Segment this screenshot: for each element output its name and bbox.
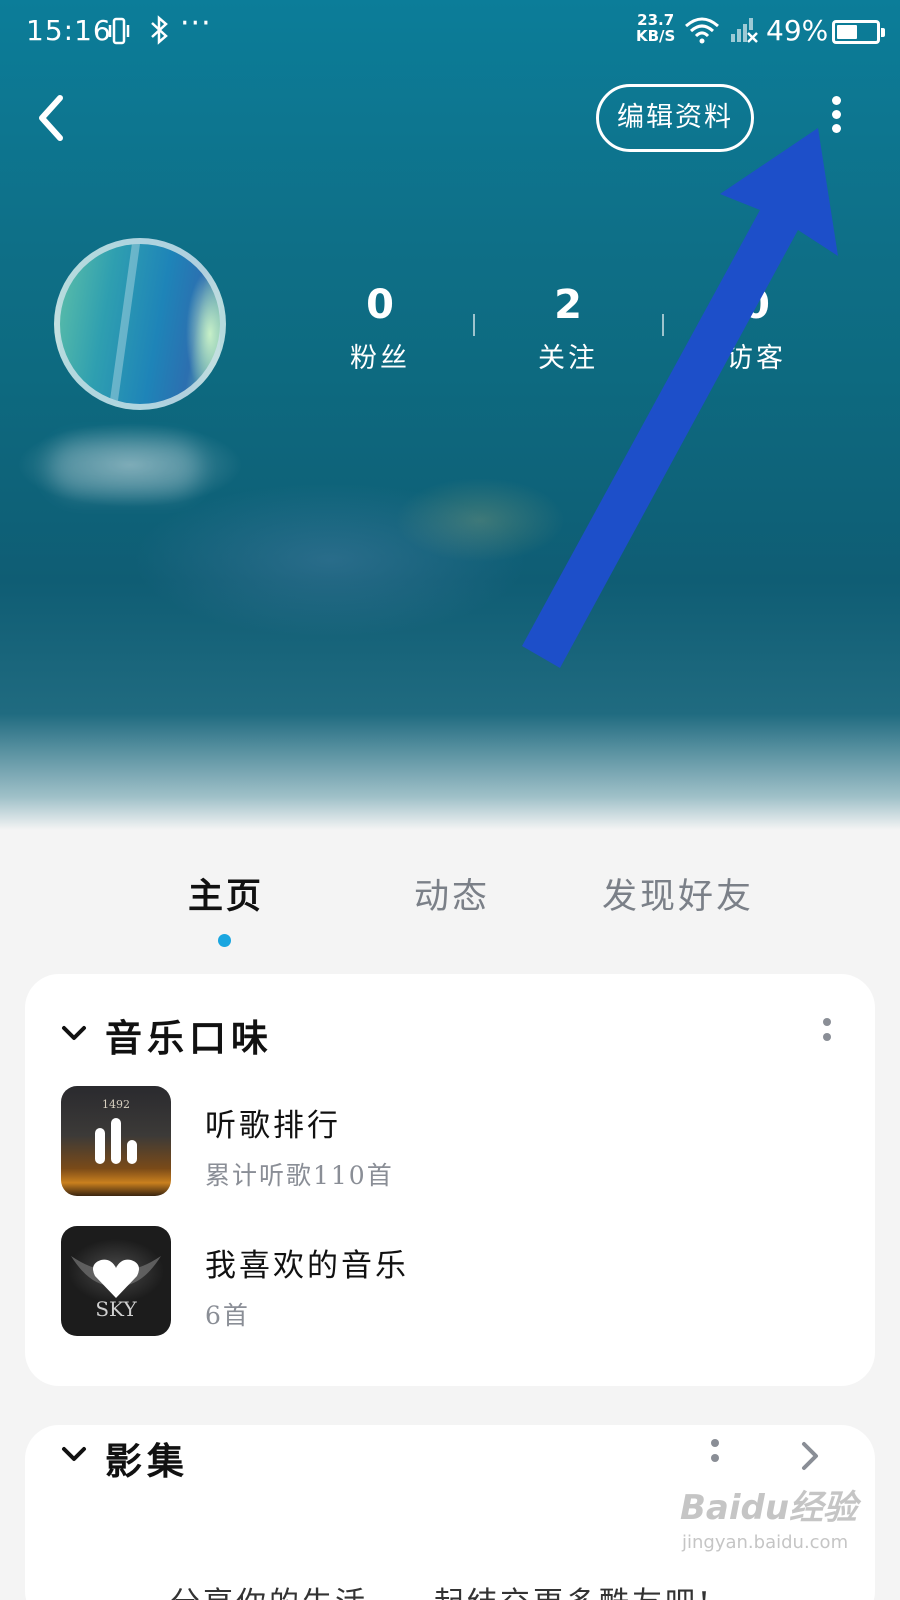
stat-following-value: 2 bbox=[554, 282, 582, 328]
more-options-button[interactable] bbox=[818, 96, 854, 142]
chevron-down-icon[interactable] bbox=[61, 1445, 87, 1463]
username-blurred bbox=[50, 440, 200, 496]
dot-icon bbox=[823, 1018, 831, 1026]
stat-divider bbox=[473, 314, 475, 336]
dot-icon bbox=[823, 1033, 831, 1041]
dot-icon bbox=[831, 124, 841, 133]
stat-divider bbox=[662, 314, 664, 336]
list-item-liked-music[interactable]: SKY 我喜欢的音乐 6首 bbox=[61, 1226, 841, 1336]
wifi-icon bbox=[685, 17, 719, 44]
dot-icon bbox=[831, 96, 841, 105]
list-item-title: 我喜欢的音乐 bbox=[205, 1248, 409, 1284]
status-bar: 15:16 ··· 23.7 KB/S 49% bbox=[0, 0, 900, 62]
album-title: 影集 bbox=[105, 1439, 189, 1483]
tab-find-friends[interactable]: 发现好友 bbox=[602, 868, 754, 919]
thumb-text: SKY bbox=[95, 1297, 137, 1321]
profile-header-background bbox=[0, 0, 900, 830]
listening-rank-thumbnail: 1492 bbox=[61, 1086, 171, 1196]
music-taste-card: 音乐口味 1492 听歌排行 累计听歌110首 SKY 我喜欢的音乐 6首 bbox=[25, 974, 875, 1386]
vibrate-icon bbox=[108, 17, 130, 45]
music-taste-title: 音乐口味 bbox=[105, 1016, 273, 1060]
stat-following[interactable]: 2 关注 bbox=[508, 282, 628, 375]
baidu-watermark: Baidu经验 jingyan.baidu.com bbox=[680, 1488, 858, 1553]
heart-icon bbox=[93, 1259, 139, 1298]
card-more-button[interactable] bbox=[820, 1018, 834, 1054]
list-item-title: 听歌排行 bbox=[205, 1108, 341, 1144]
list-item-subtitle: 累计听歌110首 bbox=[205, 1161, 394, 1190]
list-item-listening-rank[interactable]: 1492 听歌排行 累计听歌110首 bbox=[61, 1086, 841, 1196]
bluetooth-icon bbox=[151, 15, 168, 45]
stat-visitors-value: 0 bbox=[742, 282, 770, 328]
list-item-subtitle: 6首 bbox=[205, 1301, 250, 1330]
status-time: 15:16 bbox=[26, 14, 112, 47]
chevron-right-icon[interactable] bbox=[799, 1439, 821, 1473]
avatar[interactable] bbox=[54, 238, 226, 410]
stat-fans[interactable]: 0 粉丝 bbox=[320, 282, 440, 375]
liked-music-thumbnail: SKY bbox=[61, 1226, 171, 1336]
stat-visitors[interactable]: 0 访客 bbox=[696, 282, 816, 375]
dot-icon bbox=[831, 110, 841, 119]
battery-percent: 49% bbox=[766, 14, 829, 47]
dot-icon bbox=[711, 1439, 719, 1447]
tab-home[interactable]: 主页 bbox=[188, 868, 264, 919]
chevron-down-icon[interactable] bbox=[61, 1024, 87, 1042]
active-tab-indicator bbox=[218, 934, 231, 947]
dot-icon bbox=[711, 1454, 719, 1462]
album-empty-text: 分享你的生活，一起结交更多酷友吧! bbox=[170, 1578, 713, 1600]
network-speed: 23.7 KB/S bbox=[636, 11, 676, 45]
stat-following-label: 关注 bbox=[538, 343, 598, 374]
stat-fans-value: 0 bbox=[366, 282, 394, 328]
card-more-button[interactable] bbox=[708, 1439, 722, 1475]
battery-icon bbox=[832, 20, 885, 44]
thumb-text: 1492 bbox=[102, 1098, 130, 1111]
stat-fans-label: 粉丝 bbox=[350, 343, 410, 374]
cellular-signal-icon bbox=[731, 18, 758, 43]
stat-visitors-label: 访客 bbox=[726, 343, 786, 374]
more-notifications-icon: ··· bbox=[180, 6, 212, 41]
tab-activity[interactable]: 动态 bbox=[414, 868, 490, 919]
edit-profile-button[interactable]: 编辑资料 bbox=[596, 84, 754, 152]
back-button[interactable] bbox=[30, 92, 74, 144]
